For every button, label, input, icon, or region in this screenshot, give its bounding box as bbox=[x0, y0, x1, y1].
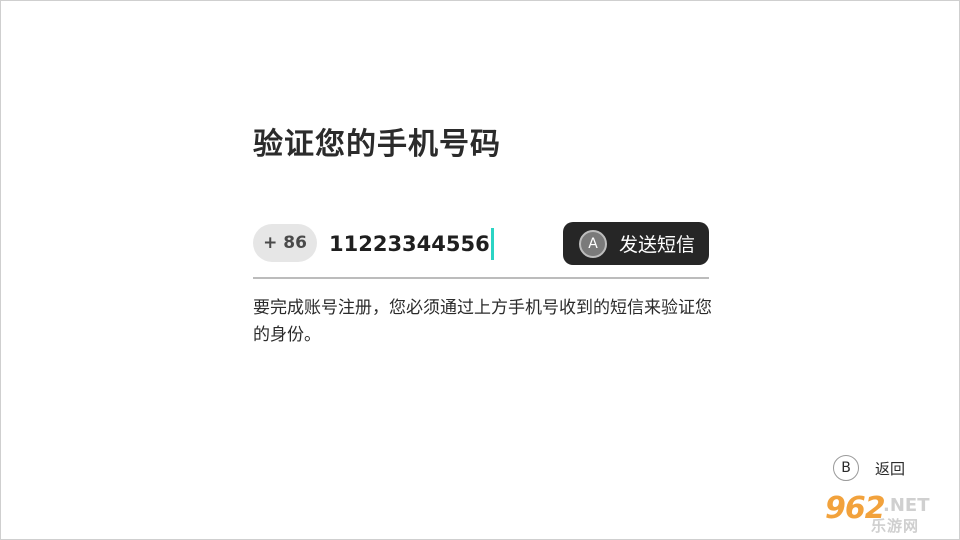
b-button-icon: B bbox=[833, 455, 859, 481]
a-button-icon: A bbox=[579, 229, 607, 258]
input-underline bbox=[253, 277, 709, 279]
phone-number-value: 11223344556 bbox=[329, 232, 490, 256]
description-text: 要完成账号注册，您必须通过上方手机号收到的短信来验证您的身份。 bbox=[253, 298, 712, 345]
site-watermark-logo: 962 .NET 乐游网 bbox=[821, 491, 957, 537]
back-button[interactable]: B 返回 bbox=[833, 455, 905, 481]
page-title: 验证您的手机号码 bbox=[253, 127, 501, 162]
phone-number-input[interactable]: 11223344556 bbox=[329, 228, 494, 260]
send-sms-button[interactable]: A 发送短信 bbox=[563, 222, 709, 265]
send-sms-label: 发送短信 bbox=[619, 234, 696, 256]
country-code-selector[interactable]: + 86 bbox=[253, 224, 317, 262]
watermark-net: .NET bbox=[883, 495, 930, 516]
app-window: 验证您的手机号码 + 86 11223344556 A 发送短信 要完成账号注册… bbox=[0, 0, 960, 540]
text-cursor bbox=[490, 228, 494, 260]
back-label: 返回 bbox=[875, 459, 906, 478]
watermark-site-name: 乐游网 bbox=[871, 517, 920, 535]
phone-input-row: + 86 11223344556 A 发送短信 bbox=[253, 221, 709, 267]
